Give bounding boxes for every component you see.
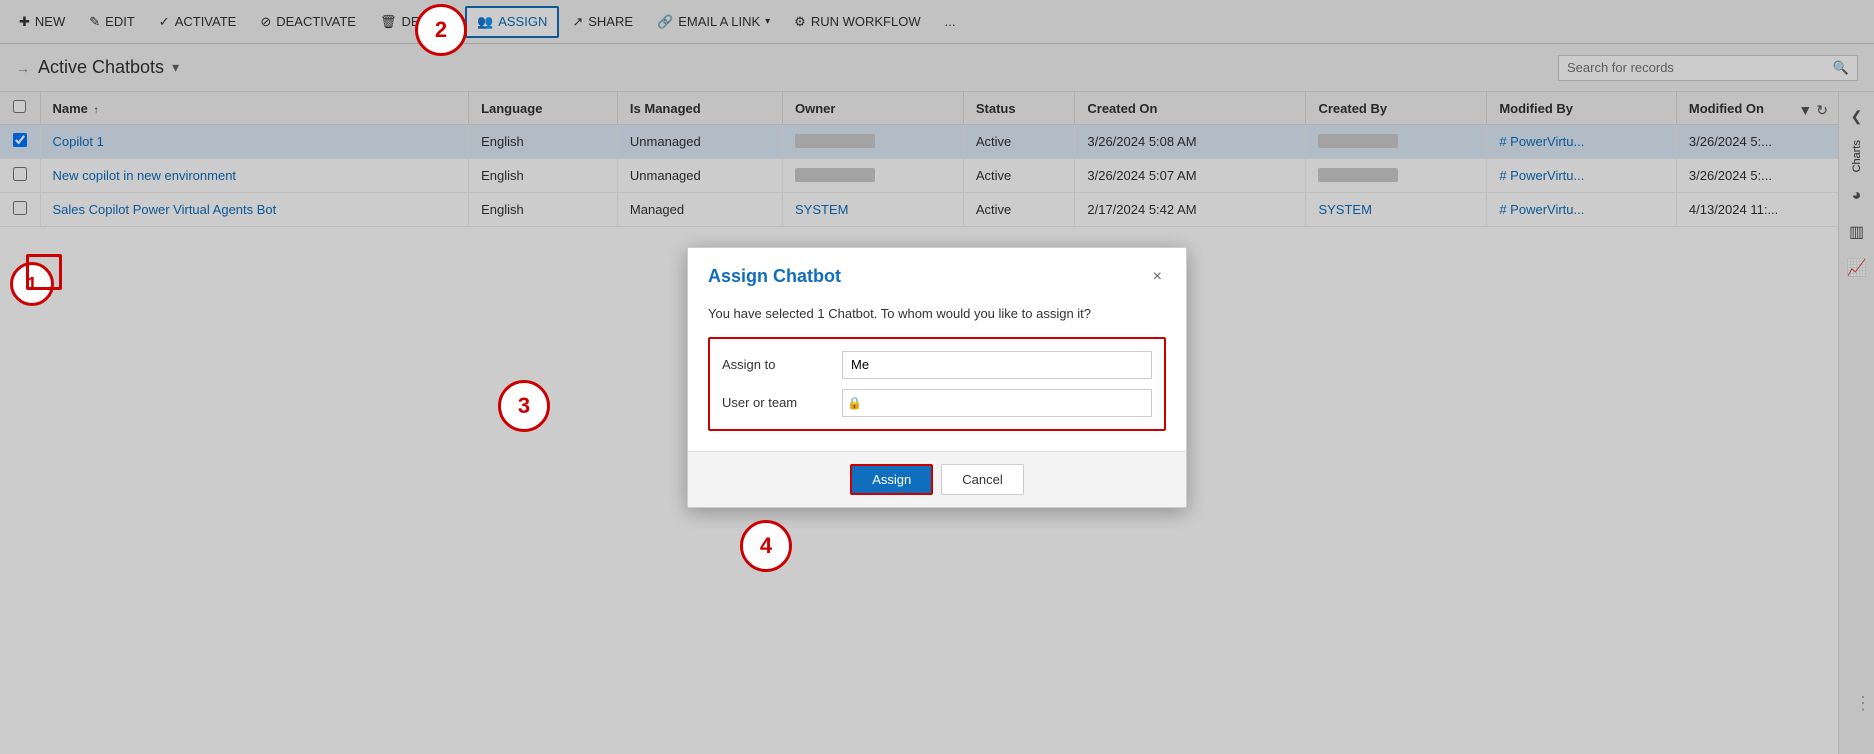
assign-to-row: Assign to [722,351,1152,379]
step1-circle: 1 [10,262,54,306]
assign-to-input[interactable] [842,351,1152,379]
assign-confirm-button[interactable]: Assign [850,464,933,495]
modal-description: You have selected 1 Chatbot. To whom wou… [708,306,1166,321]
lock-icon: 🔒 [847,396,862,410]
assign-modal: Assign Chatbot × You have selected 1 Cha… [687,247,1187,508]
modal-overlay: Assign Chatbot × You have selected 1 Cha… [0,0,1874,754]
step3-circle: 3 [498,380,550,432]
user-or-team-input[interactable] [866,395,1147,410]
modal-title: Assign Chatbot [708,266,841,287]
step4-circle: 4 [740,520,792,572]
cancel-button[interactable]: Cancel [941,464,1023,495]
user-or-team-label: User or team [722,395,842,410]
modal-body: You have selected 1 Chatbot. To whom wou… [688,298,1186,451]
modal-header: Assign Chatbot × [688,248,1186,298]
modal-footer: Assign Cancel [688,451,1186,507]
user-or-team-field: 🔒 [842,389,1152,417]
user-or-team-row: User or team 🔒 [722,389,1152,417]
assign-to-label: Assign to [722,357,842,372]
modal-close-button[interactable]: × [1149,264,1166,290]
modal-form: Assign to User or team 🔒 [708,337,1166,431]
step2-circle: 2 [415,4,467,56]
